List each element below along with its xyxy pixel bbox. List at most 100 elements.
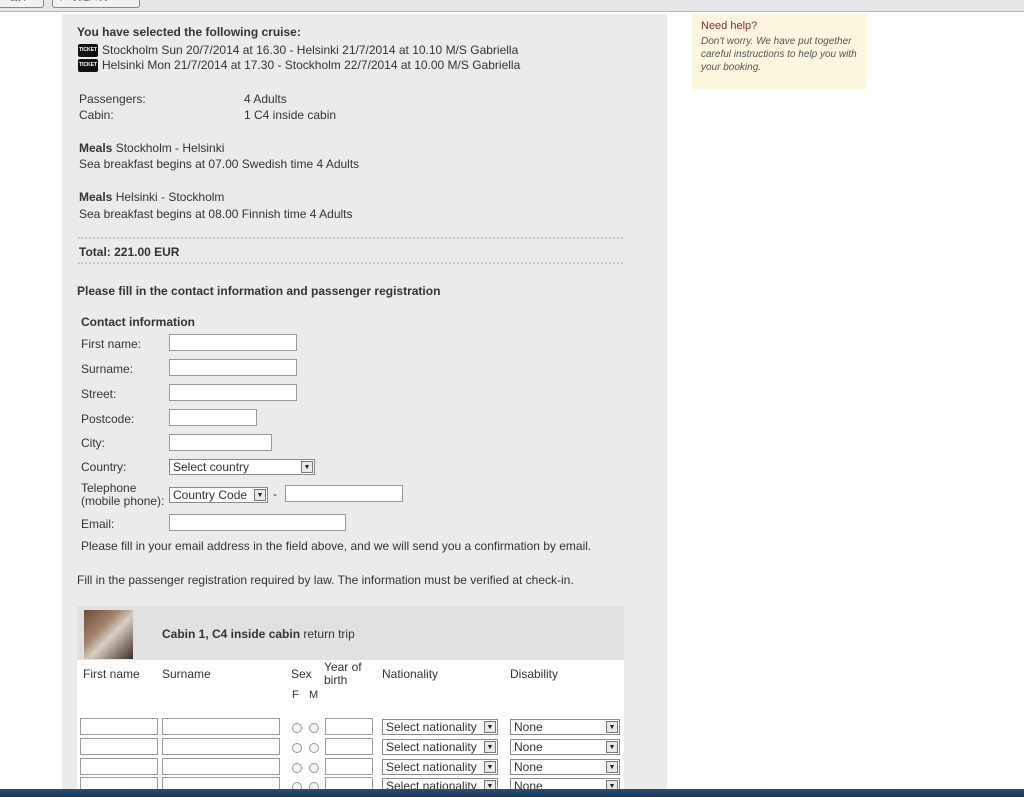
sex-f-radio[interactable] [292,763,302,773]
column-year-of-birth: Year of birth [324,661,362,687]
passengers-value: 4 Adults [244,92,287,106]
sex-f-label: F [292,689,299,701]
sex-f-radio[interactable] [292,743,302,753]
postcode-label: Postcode: [81,412,135,426]
chevron-down-icon[interactable]: ▼ [484,741,496,753]
phone-input[interactable] [285,485,403,502]
passenger-first-name-input[interactable] [80,738,158,755]
back-button[interactable]: < 前页 [0,0,44,8]
sex-m-radio[interactable] [309,763,319,773]
chevron-down-icon[interactable]: ▼ [301,461,313,473]
country-select-value: Select country [173,460,250,474]
first-name-label: First name: [81,337,142,351]
passenger-first-name-input[interactable] [80,718,158,735]
disability-select[interactable]: None ▼ [510,739,620,755]
column-first-name: First name [83,667,140,681]
disability-value: None [514,740,543,754]
nationality-select[interactable]: Select nationality ▼ [382,719,498,735]
year-of-birth-input[interactable] [325,758,373,775]
meals-route: Helsinki - Stockholm [115,190,225,204]
next-button[interactable]: 下一页进入/关 [52,0,140,8]
help-box: Need help? Don't worry. We have put toge… [692,14,867,89]
telephone-label: Telephone (mobile phone): [81,482,164,508]
column-disability: Disability [510,667,559,681]
disability-select[interactable]: None ▼ [510,759,620,775]
chevron-down-icon[interactable]: ▼ [606,741,618,753]
passenger-first-name-input[interactable] [80,758,158,775]
chevron-down-icon[interactable]: ▼ [606,761,618,773]
cabin-label: Cabin: [79,108,114,122]
postcode-input[interactable] [169,409,257,426]
surname-label: Surname: [81,362,134,376]
meals-detail: Sea breakfast begins at 07.00 Swedish ti… [79,157,360,171]
country-select[interactable]: Select country ▼ [169,459,315,475]
cruise-leg-1: Stockholm Sun 20/7/2014 at 16.30 - Helsi… [102,43,519,57]
total-price: Total: 221.00 EUR [79,245,180,259]
disability-select[interactable]: None ▼ [510,719,620,735]
divider [78,237,623,239]
cruise-leg-2: Helsinki Mon 21/7/2014 at 17.30 - Stockh… [102,58,521,72]
nationality-select[interactable]: Select nationality ▼ [382,739,498,755]
phone-separator: - [273,487,277,501]
country-code-value: Country Code [173,488,248,502]
first-name-input[interactable] [169,334,297,351]
registration-note: Fill in the passenger registration requi… [77,573,574,587]
column-year-line: birth [324,673,348,687]
passenger-surname-input[interactable] [162,738,280,755]
column-surname: Surname [162,667,211,681]
passenger-surname-input[interactable] [162,718,280,735]
country-label: Country: [81,460,127,474]
country-code-select[interactable]: Country Code ▼ [169,487,268,503]
nationality-value: Select nationality [386,720,477,734]
year-of-birth-input[interactable] [325,738,373,755]
form-heading: Please fill in the contact information a… [77,284,441,298]
meals-label: Meals [79,190,113,204]
meals-label: Meals [79,141,113,155]
cabin-photo [84,610,133,659]
browser-toolbar: < 前页 下一页进入/关 [0,0,1024,12]
help-text: Don't worry. We have put together carefu… [701,36,857,73]
cruise-heading: You have selected the following cruise: [77,25,301,39]
column-sex: Sex [291,667,312,681]
sex-m-radio[interactable] [309,743,319,753]
help-title: Need help? [701,20,758,32]
booking-panel: You have selected the following cruise: … [62,14,667,794]
sex-m-radio[interactable] [309,723,319,733]
chevron-down-icon[interactable]: ▼ [484,761,496,773]
cabin-registration-table: Cabin 1, C4 inside cabin return trip Fir… [77,606,624,794]
cabin-title-main: Cabin 1, C4 inside cabin [162,627,301,641]
sex-f-radio[interactable] [292,723,302,733]
column-nationality: Nationality [382,667,439,681]
divider [78,262,623,264]
sex-m-label: M [309,689,319,701]
cabin-value: 1 C4 inside cabin [244,108,337,122]
chevron-down-icon[interactable]: ▼ [606,721,618,733]
ticket-icon: TICKET [78,59,98,72]
cabin-header: Cabin 1, C4 inside cabin return trip [77,606,624,660]
city-input[interactable] [169,434,272,451]
city-label: City: [81,436,105,450]
meals-outbound: Meals Stockholm - Helsinki [79,141,224,155]
year-of-birth-input[interactable] [325,718,373,735]
cabin-title-suffix: return trip [303,627,355,641]
email-note: Please fill in your email address in the… [81,539,592,553]
contact-heading: Contact information [81,315,195,329]
chevron-down-icon[interactable]: ▼ [254,489,266,501]
cabin-title: Cabin 1, C4 inside cabin return trip [162,627,355,641]
meals-return: Meals Helsinki - Stockholm [79,190,224,204]
surname-input[interactable] [169,359,297,376]
telephone-label-line: (mobile phone): [81,494,165,508]
nationality-value: Select nationality [386,740,477,754]
taskbar [0,789,1024,797]
street-label: Street: [81,387,117,401]
disability-value: None [514,760,543,774]
email-label: Email: [81,517,115,531]
meals-detail: Sea breakfast begins at 08.00 Finnish ti… [79,207,353,221]
chevron-down-icon[interactable]: ▼ [484,721,496,733]
passenger-surname-input[interactable] [162,758,280,775]
street-input[interactable] [169,384,297,401]
email-input[interactable] [169,514,346,531]
nationality-select[interactable]: Select nationality ▼ [382,759,498,775]
ticket-icon: TICKET [78,44,98,57]
nationality-value: Select nationality [386,760,477,774]
